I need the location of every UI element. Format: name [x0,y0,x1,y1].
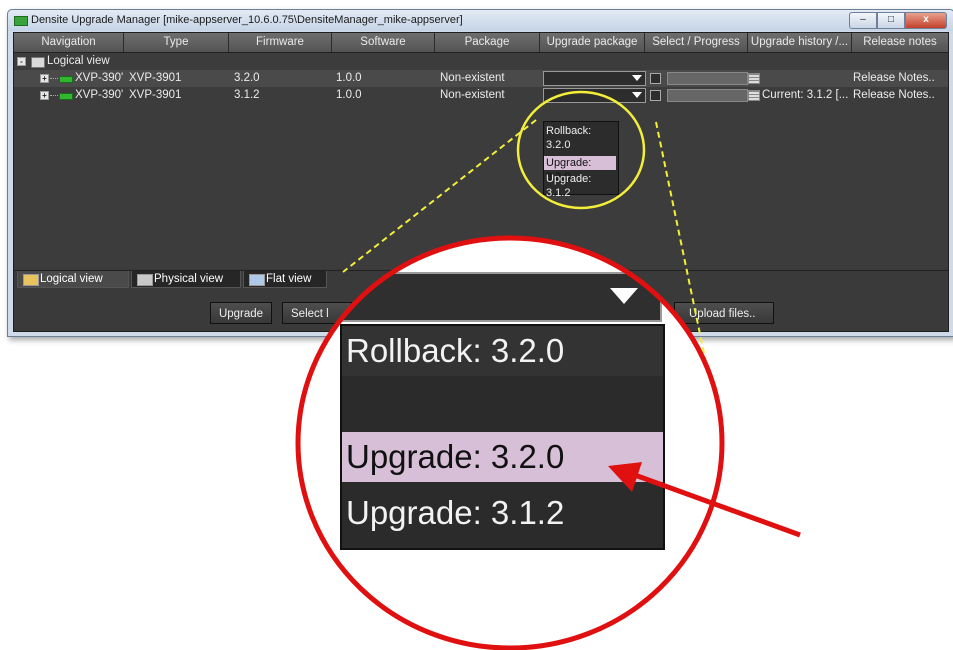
collapse-icon[interactable]: - [17,57,26,66]
close-button[interactable]: x [905,12,947,29]
cell-firmware: 3.1.2 [234,89,260,101]
progress-bar [667,89,748,102]
expand-icon[interactable]: + [40,74,49,83]
tab-logical-view[interactable]: Logical view [17,271,129,288]
chevron-down-icon [632,75,642,81]
dropdown-option-highlighted[interactable]: Upgrade: 3.2.0 [544,156,616,183]
device-icon [59,93,73,100]
table-row[interactable]: + XVP-390' XVP-3901 3.2.0 1.0.0 Non-exis… [14,70,948,87]
table-header: Navigation Type Firmware Software Packag… [14,33,948,53]
column-header-upgrade-package[interactable]: Upgrade package [540,33,645,52]
column-header-software[interactable]: Software [332,33,435,52]
table-row[interactable]: + XVP-390' XVP-3901 3.1.2 1.0.0 Non-exis… [14,87,948,104]
release-notes-link[interactable]: Release Notes.. [853,87,935,104]
column-header-package[interactable]: Package [435,33,540,52]
upgrade-button[interactable]: Upgrade [210,302,272,324]
cell-type: XVP-3901 [129,72,182,84]
window-controls: – □ x [849,12,947,29]
progress-bar [667,72,748,85]
upgrade-package-options: Rollback: 3.2.0 Upgrade: 3.2.0 Upgrade: … [543,121,619,199]
upgrade-package-dropdown[interactable] [543,88,646,103]
cell-name: XVP-390' [75,89,124,101]
minimize-button[interactable]: – [849,12,877,29]
device-icon [59,76,73,83]
flat-view-icon [249,274,265,286]
column-header-navigation[interactable]: Navigation [14,33,124,52]
title-bar[interactable]: Densite Upgrade Manager [mike-appserver_… [8,10,953,31]
zoomed-option: Upgrade: 3.1.2 [346,494,565,531]
magnifier-circle: Rollback: 3.2.0 Upgrade: 3.2.0 Upgrade: … [296,236,724,650]
cell-history: Current: 3.1.2 [... [762,89,849,101]
column-header-upgrade-history[interactable]: Upgrade history /... [748,33,852,52]
column-header-firmware[interactable]: Firmware [229,33,332,52]
folder-icon [31,57,45,68]
select-checkbox[interactable] [650,73,661,84]
release-notes-link[interactable]: Release Notes.. [853,70,935,87]
tree-root-row[interactable]: - Logical view [14,53,948,70]
tab-physical-view[interactable]: Physical view [131,271,241,288]
cell-software: 1.0.0 [336,72,362,84]
tree-root-label: Logical view [47,55,110,67]
column-header-type[interactable]: Type [124,33,229,52]
zoomed-options: Rollback: 3.2.0 Upgrade: 3.2.0 Upgrade: … [340,324,665,550]
zoomed-option-highlighted: Upgrade: 3.2.0 [342,432,663,482]
dropdown-option[interactable]: Rollback: 3.2.0 [544,124,616,151]
cell-type: XVP-3901 [129,89,182,101]
cell-package: Non-existent [440,72,505,84]
select-checkbox[interactable] [650,90,661,101]
cell-name: XVP-390' [75,72,124,84]
zoomed-option [342,376,663,426]
zoomed-option: Rollback: 3.2.0 [342,326,663,376]
cell-software: 1.0.0 [336,89,362,101]
app-icon [14,16,28,26]
logical-view-icon [23,274,39,286]
chevron-down-icon [632,92,642,98]
column-header-release-notes[interactable]: Release notes [852,33,948,52]
chevron-down-icon [610,288,638,304]
cell-package: Non-existent [440,89,505,101]
cell-firmware: 3.2.0 [234,72,260,84]
expand-icon[interactable]: + [40,91,49,100]
magnifier-content: Rollback: 3.2.0 Upgrade: 3.2.0 Upgrade: … [296,236,724,650]
dropdown-option[interactable]: Upgrade: 3.1.2 [544,172,616,199]
maximize-button[interactable]: □ [877,12,905,29]
upgrade-package-dropdown[interactable] [543,71,646,86]
zoomed-dropdown [340,272,662,322]
window-title: Densite Upgrade Manager [mike-appserver_… [31,14,463,26]
dropdown-option[interactable] [544,140,616,154]
history-icon[interactable] [748,73,760,84]
history-icon[interactable] [748,90,760,101]
column-header-select-progress[interactable]: Select / Progress [645,33,748,52]
tab-label: Physical view [154,273,224,285]
tab-label: Logical view [40,273,103,285]
physical-view-icon [137,274,153,286]
